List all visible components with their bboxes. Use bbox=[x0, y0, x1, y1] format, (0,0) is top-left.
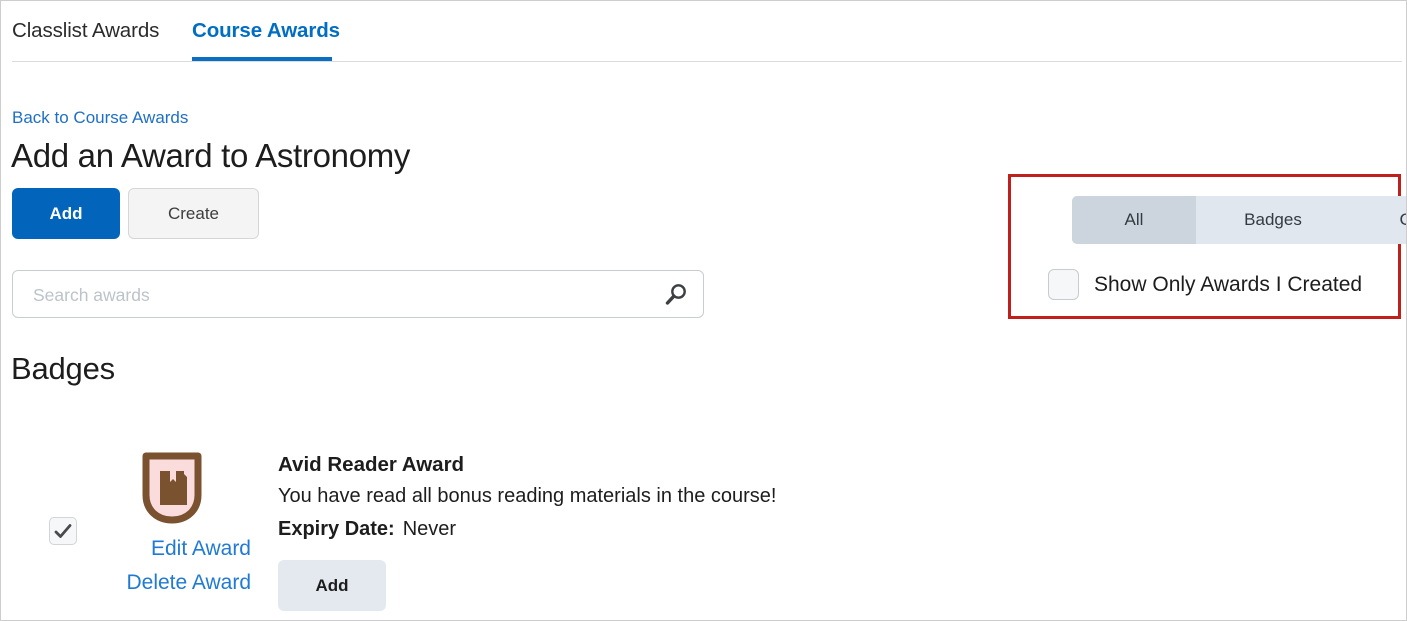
show-only-awards-i-created-label: Show Only Awards I Created bbox=[1094, 272, 1363, 296]
award-expiry-value: Never bbox=[402, 518, 457, 540]
section-title-badges: Badges bbox=[11, 351, 115, 386]
award-expiry-label: Expiry Date: bbox=[278, 518, 395, 540]
page-title: Add an Award to Astronomy bbox=[11, 137, 411, 174]
add-button[interactable]: Add bbox=[12, 188, 120, 239]
book-badge-icon bbox=[140, 451, 204, 525]
create-button[interactable]: Create bbox=[128, 188, 259, 239]
tab-bar-divider bbox=[12, 61, 1402, 62]
award-add-button[interactable]: Add bbox=[278, 560, 386, 611]
segment-certificates[interactable]: Certificates bbox=[1350, 196, 1406, 244]
segment-all[interactable]: All bbox=[1072, 196, 1196, 244]
award-expiry: Expiry Date: Never bbox=[278, 513, 776, 545]
filter-panel-highlight: All Badges Certificates Show Only Awards… bbox=[1008, 174, 1406, 319]
award-title: Avid Reader Award bbox=[278, 453, 465, 476]
tab-course-awards[interactable]: Course Awards bbox=[192, 18, 340, 44]
search-input[interactable] bbox=[31, 271, 645, 319]
tab-classlist-awards[interactable]: Classlist Awards bbox=[12, 18, 159, 44]
edit-award-link[interactable]: Edit Award bbox=[61, 532, 251, 566]
award-list-item: Edit Award Delete Award Avid Reader Awar… bbox=[1, 437, 1406, 620]
show-only-awards-i-created-checkbox[interactable] bbox=[1048, 269, 1079, 300]
award-description: You have read all bonus reading material… bbox=[278, 485, 777, 507]
awards-page: Classlist Awards Course Awards Back to C… bbox=[0, 0, 1407, 621]
award-actions: Edit Award Delete Award bbox=[61, 532, 251, 600]
award-type-segmented-control[interactable]: All Badges Certificates bbox=[1072, 196, 1406, 244]
segment-badges[interactable]: Badges bbox=[1196, 196, 1350, 244]
search-box[interactable] bbox=[12, 270, 704, 319]
search-icon[interactable] bbox=[663, 282, 689, 308]
tab-bar: Classlist Awards Course Awards bbox=[1, 1, 1406, 62]
delete-award-link[interactable]: Delete Award bbox=[61, 566, 251, 600]
show-only-awards-i-created-row[interactable]: Show Only Awards I Created bbox=[1048, 269, 1362, 300]
award-details: Avid Reader Award You have read all bonu… bbox=[278, 451, 776, 545]
back-to-course-awards-link[interactable]: Back to Course Awards bbox=[12, 107, 188, 129]
